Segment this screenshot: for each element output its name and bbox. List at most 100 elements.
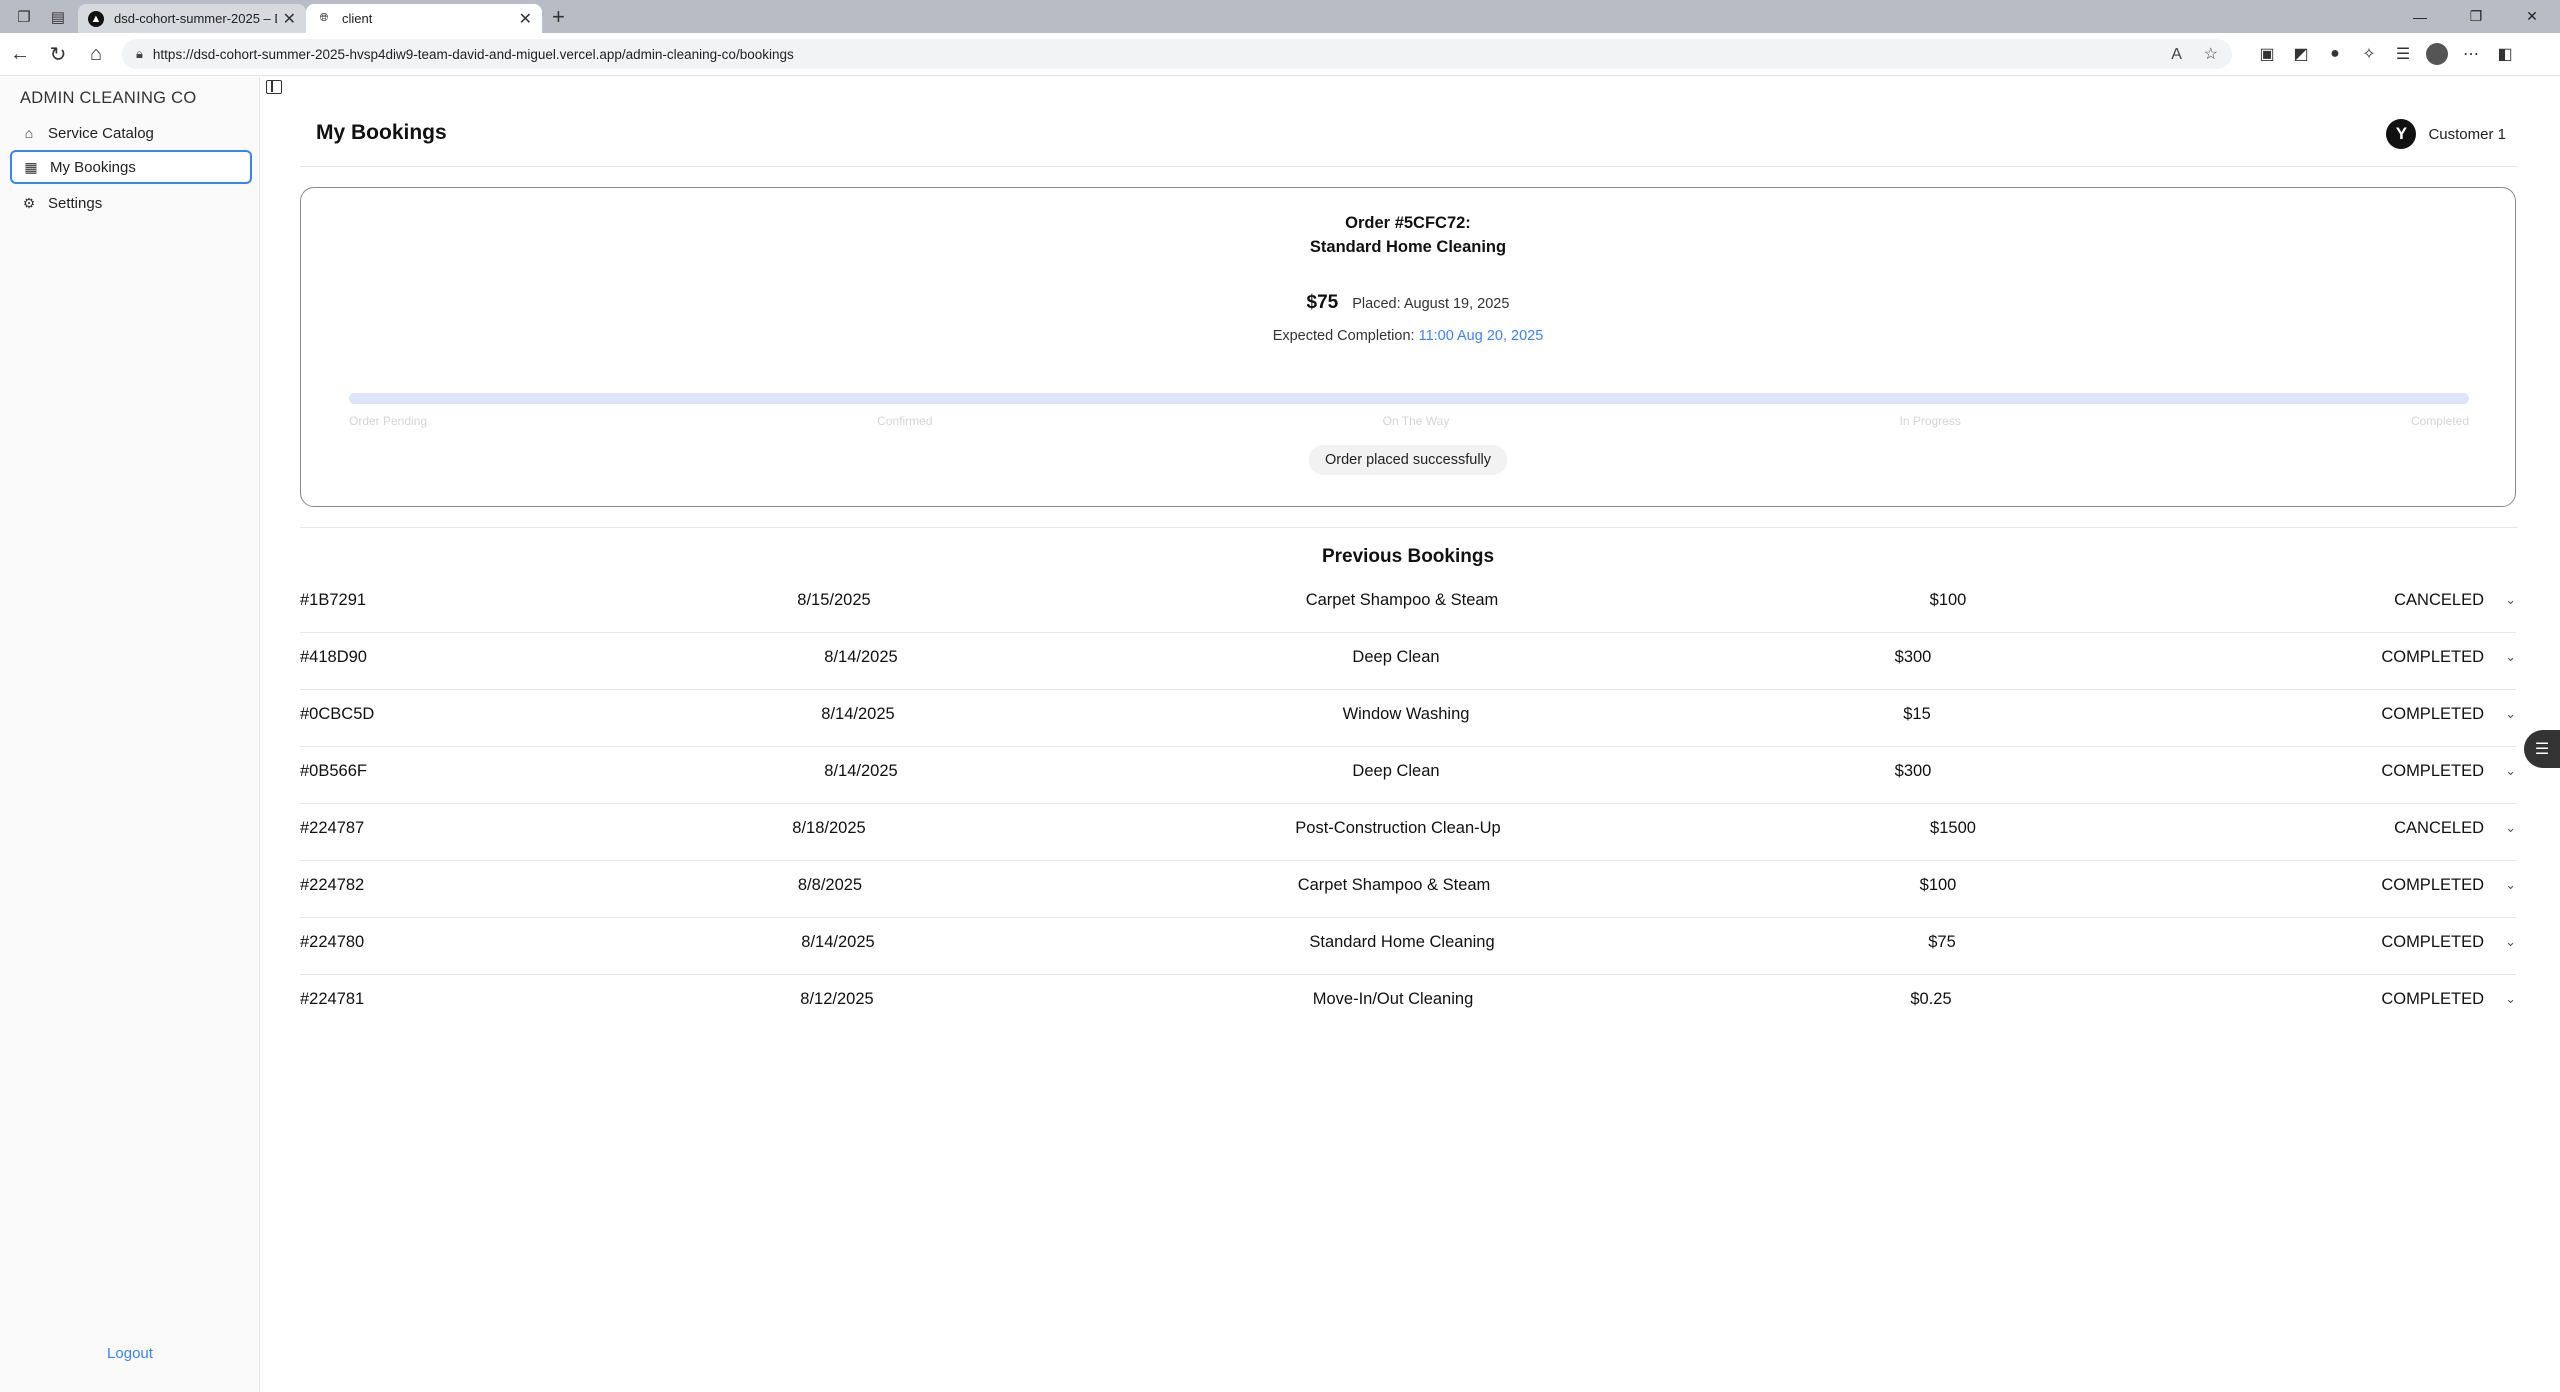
globe-icon: 🌐︎	[319, 12, 329, 24]
close-window-icon[interactable]: ✕	[2504, 0, 2560, 33]
booking-status: COMPLETED	[2381, 648, 2484, 666]
logout-link[interactable]: Logout	[0, 1345, 260, 1362]
chevron-down-icon[interactable]: ⌄	[2505, 804, 2516, 852]
booking-price: $1500	[1930, 819, 1976, 837]
browser-tab-bar: ❐ ▤ ▲ dsd-cohort-summer-2025 – Depl ✕ 🌐︎…	[0, 0, 2560, 33]
favorites-icon[interactable]: ☰	[2386, 39, 2420, 69]
extension-icon[interactable]: ▣	[2250, 39, 2284, 69]
browser-tab-vercel[interactable]: ▲ dsd-cohort-summer-2025 – Depl ✕	[78, 4, 306, 33]
sidebar-collapse-icon[interactable]	[266, 80, 282, 94]
booking-row[interactable]: #1B7291 8/15/2025 Carpet Shampoo & Steam…	[300, 576, 2516, 633]
booking-date: 8/12/2025	[800, 990, 874, 1008]
chevron-down-icon[interactable]: ⌄	[2505, 633, 2516, 681]
booking-status: CANCELED	[2394, 819, 2484, 837]
vertical-tabs-icon[interactable]: ▤	[48, 7, 68, 27]
booking-id: #224780	[300, 933, 365, 951]
more-menu-icon[interactable]: ⋯	[2454, 39, 2488, 69]
order-placed-date: Placed: August 19, 2025	[1352, 296, 1510, 312]
sidebar-item-service-catalog[interactable]: ⌂ Service Catalog	[10, 116, 252, 150]
sidebar-item-settings[interactable]: ⚙ Settings	[10, 186, 252, 220]
booking-id: #224782	[300, 876, 365, 894]
url-text[interactable]: https://dsd-cohort-summer-2025-hvsp4diw9…	[153, 47, 2153, 62]
booking-service: Carpet Shampoo & Steam	[1297, 876, 1491, 894]
app-sidebar: ADMIN CLEANING CO ⌂ Service Catalog ▦ My…	[0, 77, 260, 1392]
booking-row[interactable]: #224782 8/8/2025 Carpet Shampoo & Steam …	[300, 861, 2516, 918]
back-icon[interactable]: ←	[2, 36, 38, 72]
booking-row[interactable]: #224781 8/12/2025 Move-In/Out Cleaning $…	[300, 975, 2516, 1032]
lock-icon[interactable]: 🔒︎	[136, 46, 143, 62]
read-aloud-icon[interactable]: A	[2171, 46, 2182, 63]
sidebar-toggle-icon[interactable]: ◧	[2488, 39, 2522, 69]
booking-row[interactable]: #418D90 8/14/2025 Deep Clean $300 COMPLE…	[300, 633, 2516, 690]
close-tab-icon[interactable]: ✕	[519, 9, 532, 29]
favorite-star-icon[interactable]: ☆	[2204, 46, 2218, 63]
chevron-down-icon[interactable]: ⌄	[2505, 918, 2516, 966]
booking-status: COMPLETED	[2381, 933, 2484, 951]
booking-row[interactable]: #224780 8/14/2025 Standard Home Cleaning…	[300, 918, 2516, 975]
progress-step-label: In Progress	[1899, 414, 1961, 428]
order-id: Order #5CFC72:	[1345, 214, 1471, 232]
booking-service: Post-Construction Clean-Up	[1295, 819, 1501, 837]
booking-id: #224781	[300, 990, 365, 1008]
current-order-card: Order #5CFC72: Standard Home Cleaning $7…	[300, 187, 2516, 507]
workspaces-icon[interactable]: ❐	[14, 7, 34, 27]
extensions-area: ▣ ◩ ● ✧ ☰ ⋯ ◧	[2250, 39, 2522, 69]
extension-icon[interactable]: ◩	[2284, 39, 2318, 69]
floating-menu-icon[interactable]: ☰	[2524, 730, 2560, 768]
user-menu[interactable]: Y Customer 1	[2386, 119, 2506, 149]
booking-service: Deep Clean	[1352, 762, 1440, 780]
expected-completion: Expected Completion: 11:00 Aug 20, 2025	[301, 328, 2515, 344]
booking-id: #1B7291	[300, 591, 367, 609]
header-divider	[300, 166, 2518, 167]
booking-id: #224787	[300, 819, 365, 837]
sidebar-item-my-bookings[interactable]: ▦ My Bookings	[10, 150, 252, 184]
address-bar[interactable]: 🔒︎ https://dsd-cohort-summer-2025-hvsp4d…	[122, 39, 2232, 69]
extension-icon[interactable]: ●	[2318, 39, 2352, 69]
booking-id: #0B566F	[300, 762, 367, 780]
brand-name: ADMIN CLEANING CO	[20, 89, 197, 107]
order-service: Standard Home Cleaning	[1309, 238, 1507, 256]
booking-row[interactable]: #0B566F 8/14/2025 Deep Clean $300 COMPLE…	[300, 747, 2516, 804]
user-name: Customer 1	[2428, 125, 2506, 143]
minimize-icon[interactable]: —	[2392, 0, 2448, 33]
tab-title: client	[342, 11, 373, 26]
calendar-icon: ▦	[24, 158, 38, 175]
close-tab-icon[interactable]: ✕	[283, 9, 296, 29]
sidebar-item-label: Settings	[48, 194, 103, 212]
progress-step-label: On The Way	[1382, 414, 1450, 428]
booking-status: COMPLETED	[2381, 876, 2484, 894]
progress-step-label: Completed	[2410, 414, 2469, 428]
booking-row[interactable]: #0CBC5D 8/14/2025 Window Washing $15 COM…	[300, 690, 2516, 747]
restore-icon[interactable]: ❐	[2448, 0, 2504, 33]
expected-completion-value: 11:00 Aug 20, 2025	[1418, 328, 1544, 344]
order-progress-steps: Order Pending Confirmed On The Way In Pr…	[349, 414, 2469, 428]
chevron-down-icon[interactable]: ⌄	[2505, 861, 2516, 909]
chevron-down-icon[interactable]: ⌄	[2505, 747, 2516, 795]
user-avatar-icon: Y	[2386, 119, 2417, 149]
booking-row[interactable]: #224787 8/18/2025 Post-Construction Clea…	[300, 804, 2516, 861]
chevron-down-icon[interactable]: ⌄	[2505, 690, 2516, 738]
booking-service: Deep Clean	[1352, 648, 1440, 666]
chevron-down-icon[interactable]: ⌄	[2505, 576, 2516, 624]
booking-price: $0.25	[1910, 990, 1952, 1008]
profile-avatar[interactable]	[2426, 43, 2448, 65]
refresh-icon[interactable]: ↻	[40, 36, 76, 72]
booking-id: #418D90	[300, 648, 367, 666]
chevron-down-icon[interactable]: ⌄	[2505, 975, 2516, 1023]
new-tab-icon[interactable]: +	[552, 4, 565, 30]
browser-tab-client[interactable]: 🌐︎ client ✕	[306, 4, 542, 33]
booking-date: 8/14/2025	[801, 933, 875, 951]
booking-price: $100	[1919, 876, 1957, 894]
booking-service: Carpet Shampoo & Steam	[1305, 591, 1499, 609]
home-icon[interactable]: ⌂	[78, 36, 114, 72]
progress-step-label: Order Pending	[349, 414, 428, 428]
expected-completion-label: Expected Completion:	[1272, 328, 1415, 344]
extensions-puzzle-icon[interactable]: ✧	[2352, 39, 2386, 69]
booking-price: $75	[1928, 933, 1956, 951]
sidebar-item-label: My Bookings	[50, 158, 136, 176]
booking-date: 8/8/2025	[797, 876, 863, 894]
home-icon: ⌂	[24, 125, 34, 141]
window-controls: — ❐ ✕	[2392, 0, 2560, 33]
booking-status: COMPLETED	[2381, 705, 2484, 723]
booking-price: $100	[1929, 591, 1967, 609]
